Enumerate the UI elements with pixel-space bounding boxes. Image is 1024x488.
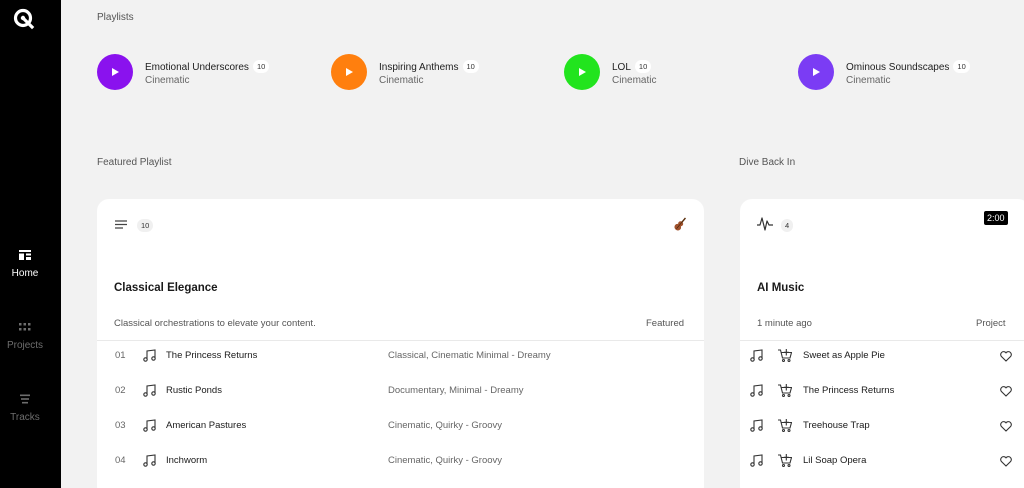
heart-icon[interactable] <box>1000 351 1012 362</box>
track-name[interactable]: The Princess Returns <box>803 385 894 396</box>
music-note-icon <box>143 419 156 432</box>
play-icon <box>579 68 586 76</box>
play-button[interactable] <box>331 54 367 90</box>
track-name[interactable]: Inchworm <box>166 455 207 466</box>
music-note-icon <box>750 384 763 397</box>
duration-badge: 2:00 <box>984 211 1008 225</box>
track-name[interactable]: Rustic Ponds <box>166 385 222 396</box>
play-icon <box>346 68 353 76</box>
track-name[interactable]: Lil Soap Opera <box>803 455 866 466</box>
track-count-badge: 10 <box>462 60 479 73</box>
play-icon <box>813 68 820 76</box>
playlist-genre: Cinematic <box>612 75 657 86</box>
featured-playlist-card[interactable]: 10 Classical Elegance Classical orchestr… <box>97 199 704 488</box>
track-name[interactable]: Treehouse Trap <box>803 420 870 431</box>
grid-icon <box>19 323 31 331</box>
playlist-name[interactable]: Emotional Underscores <box>145 62 249 73</box>
playlist-card[interactable]: Inspiring Anthems 10 Cinematic <box>331 54 551 90</box>
track-count-badge: 10 <box>137 219 154 232</box>
play-button[interactable] <box>564 54 600 90</box>
dive-back-in-heading: Dive Back In <box>739 157 796 168</box>
track-row[interactable]: Sweet as Apple Pie <box>740 341 1024 376</box>
nav-tracks-label: Tracks <box>10 412 40 423</box>
track-count-badge: 10 <box>953 60 970 73</box>
music-note-icon <box>750 349 763 362</box>
track-count-badge: 10 <box>634 60 652 73</box>
project-tag: Project <box>976 318 1006 329</box>
waveform-icon <box>757 217 773 231</box>
track-row[interactable]: 03 American Pastures Cinematic, Quirky -… <box>97 411 704 446</box>
heart-icon[interactable] <box>1000 421 1012 432</box>
nav-home[interactable]: Home <box>0 250 50 279</box>
heart-icon[interactable] <box>1000 456 1012 467</box>
project-updated: 1 minute ago <box>757 318 812 329</box>
play-icon <box>112 68 119 76</box>
add-to-cart-icon[interactable] <box>778 454 792 467</box>
nav-projects[interactable]: Projects <box>0 322 50 351</box>
queue-list-icon <box>115 220 127 229</box>
track-name[interactable]: American Pastures <box>166 420 246 431</box>
list-icon <box>20 394 30 404</box>
playlist-genre: Cinematic <box>379 75 424 86</box>
play-button[interactable] <box>798 54 834 90</box>
music-note-icon <box>143 454 156 467</box>
playlist-title: Classical Elegance <box>114 282 218 294</box>
track-genre: Documentary, Minimal - Dreamy <box>388 385 524 396</box>
music-note-icon <box>143 349 156 362</box>
project-title: AI Music <box>757 282 805 294</box>
play-button[interactable] <box>97 54 133 90</box>
track-number: 01 <box>115 350 126 361</box>
nav-home-label: Home <box>11 268 39 279</box>
track-name[interactable]: The Princess Returns <box>166 350 257 361</box>
heart-icon[interactable] <box>1000 386 1012 397</box>
home-icon <box>19 250 31 260</box>
track-row[interactable]: 04 Inchworm Cinematic, Quirky - Groovy <box>97 446 704 481</box>
playlists-heading: Playlists <box>97 12 134 23</box>
sidebar: Home Projects Tracks <box>0 0 61 488</box>
add-to-cart-icon[interactable] <box>778 419 792 432</box>
playlist-card[interactable]: Emotional Underscores 10 Cinematic <box>97 54 317 90</box>
track-row[interactable]: The Princess Returns <box>740 376 1024 411</box>
add-to-cart-icon[interactable] <box>778 349 792 362</box>
nav-tracks[interactable]: Tracks <box>0 394 50 423</box>
featured-tag: Featured <box>646 318 685 329</box>
playlist-name-row: Ominous Soundscapes 10 <box>846 60 970 73</box>
track-row[interactable]: 02 Rustic Ponds Documentary, Minimal - D… <box>97 376 704 411</box>
playlist-genre: Cinematic <box>846 75 891 86</box>
playlist-name-row: Inspiring Anthems 10 <box>379 60 479 73</box>
playlist-name-row: LOL 10 <box>612 60 652 73</box>
playlist-genre: Cinematic <box>145 75 190 86</box>
music-note-icon <box>143 384 156 397</box>
playlist-card[interactable]: LOL 10 Cinematic <box>564 54 784 90</box>
track-count-badge: 10 <box>252 60 270 73</box>
track-name[interactable]: Sweet as Apple Pie <box>803 350 885 361</box>
playlist-card[interactable]: Ominous Soundscapes 10 Cinematic <box>798 54 1018 90</box>
app-logo-icon[interactable] <box>12 6 36 30</box>
playlist-name[interactable]: Ominous Soundscapes <box>846 62 949 73</box>
project-card[interactable]: 4 AI Music 1 minute ago Project Sweet as… <box>740 199 1024 488</box>
playlist-name-row: Emotional Underscores 10 <box>145 60 270 73</box>
add-to-cart-icon[interactable] <box>778 384 792 397</box>
playlist-name[interactable]: LOL <box>612 62 631 73</box>
track-number: 03 <box>115 420 126 431</box>
violin-icon <box>674 217 686 231</box>
track-genre: Classical, Cinematic Minimal - Dreamy <box>388 350 551 361</box>
music-note-icon <box>750 454 763 467</box>
playlist-name[interactable]: Inspiring Anthems <box>379 62 459 73</box>
track-count-badge: 4 <box>781 219 794 232</box>
track-row[interactable]: Lil Soap Opera <box>740 446 1024 481</box>
track-genre: Cinematic, Quirky - Groovy <box>388 420 503 431</box>
featured-playlist-heading: Featured Playlist <box>97 157 172 168</box>
track-genre: Cinematic, Quirky - Groovy <box>388 455 503 466</box>
track-row[interactable]: 01 The Princess Returns Classical, Cinem… <box>97 341 704 376</box>
playlist-description: Classical orchestrations to elevate your… <box>114 318 316 329</box>
track-number: 02 <box>115 385 126 396</box>
track-row[interactable]: Treehouse Trap <box>740 411 1024 446</box>
music-note-icon <box>750 419 763 432</box>
nav-projects-label: Projects <box>6 340 44 351</box>
track-number: 04 <box>115 455 126 466</box>
